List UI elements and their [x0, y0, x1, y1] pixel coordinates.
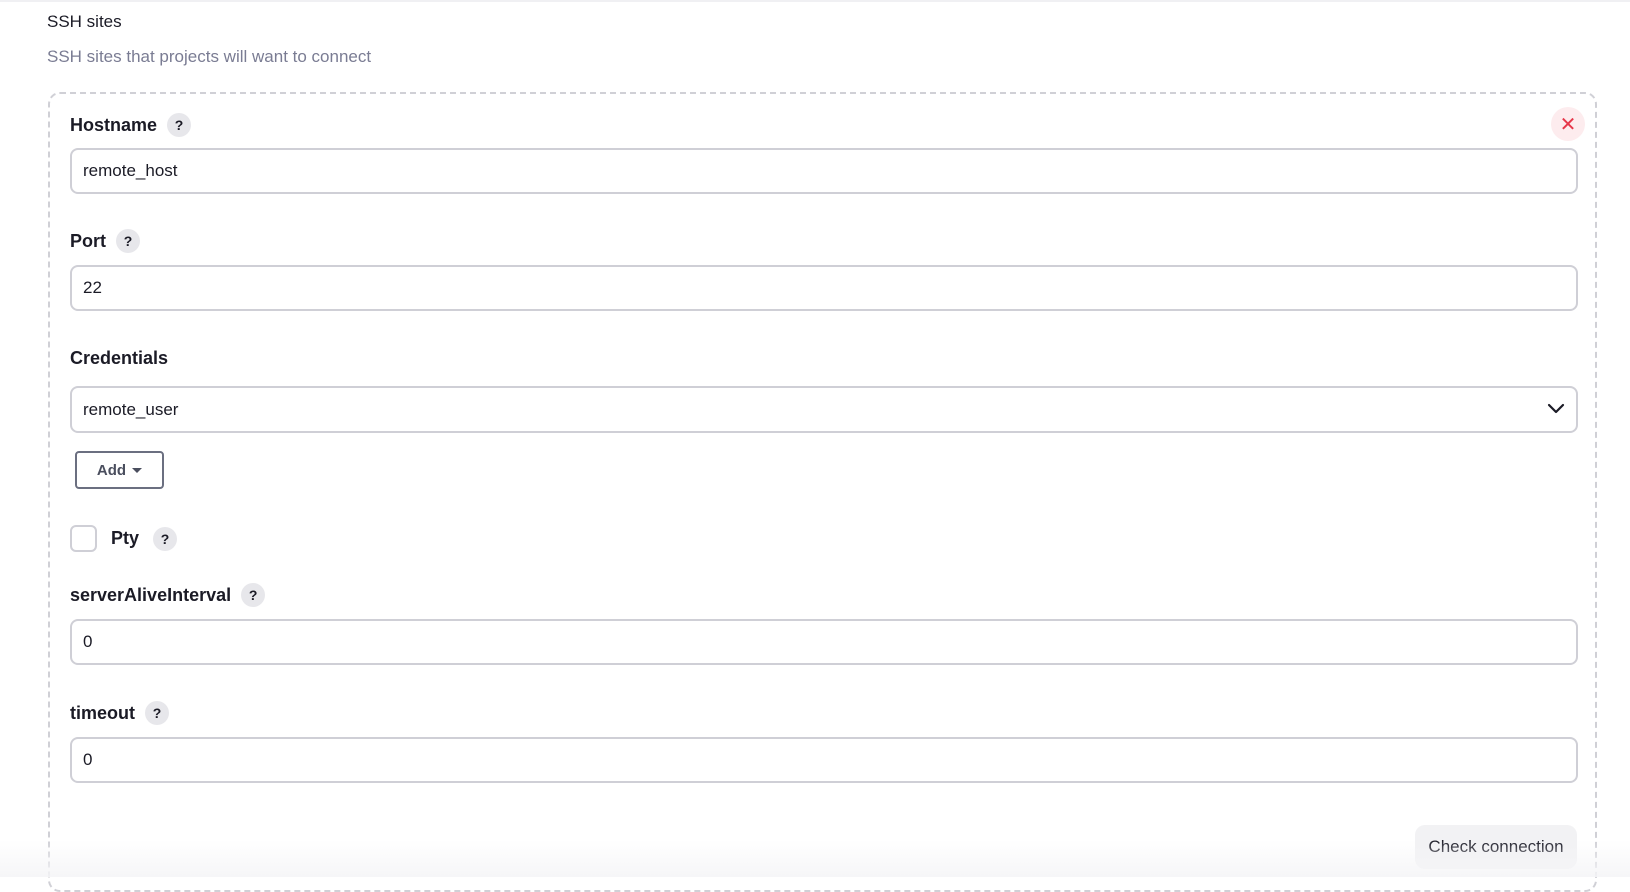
close-icon: ✕ [1559, 113, 1577, 136]
timeout-label-row: timeout ? [70, 701, 169, 725]
add-button-label: Add [96, 461, 127, 479]
remove-site-button[interactable]: ✕ [1551, 107, 1585, 141]
timeout-help-icon[interactable]: ? [145, 701, 169, 725]
port-input[interactable] [70, 265, 1578, 311]
caret-down-icon [132, 467, 143, 473]
top-divider [0, 0, 1630, 2]
hostname-input[interactable] [70, 148, 1578, 194]
port-help-icon[interactable]: ? [116, 229, 140, 253]
hostname-help-icon[interactable]: ? [167, 113, 192, 137]
section-description: SSH sites that projects will want to con… [47, 47, 372, 66]
pty-help-icon[interactable]: ? [153, 526, 178, 551]
pty-checkbox[interactable] [70, 525, 97, 552]
section-title: SSH sites [47, 12, 122, 31]
credentials-select[interactable]: remote_user [70, 386, 1578, 433]
pty-label: Pty [111, 528, 140, 548]
timeout-input[interactable] [70, 737, 1578, 783]
port-label-row: Port ? [70, 229, 140, 253]
server-alive-interval-input[interactable] [70, 619, 1578, 665]
check-connection-button[interactable]: Check connection [1415, 825, 1577, 869]
chevron-down-icon [1547, 400, 1565, 420]
server-alive-interval-label: serverAliveInterval [70, 584, 232, 605]
port-label: Port [70, 230, 106, 251]
hostname-label-row: Hostname ? [70, 113, 192, 137]
server-alive-interval-help-icon[interactable]: ? [241, 583, 266, 607]
credentials-label-row: Credentials [70, 348, 168, 369]
add-credentials-button[interactable]: Add [75, 451, 164, 489]
timeout-label: timeout [70, 702, 135, 723]
credentials-label: Credentials [70, 348, 169, 368]
pty-row: Pty ? [70, 525, 178, 552]
hostname-label: Hostname [70, 114, 158, 135]
credentials-selected-value: remote_user [83, 399, 179, 419]
server-alive-interval-label-row: serverAliveInterval ? [70, 583, 266, 607]
